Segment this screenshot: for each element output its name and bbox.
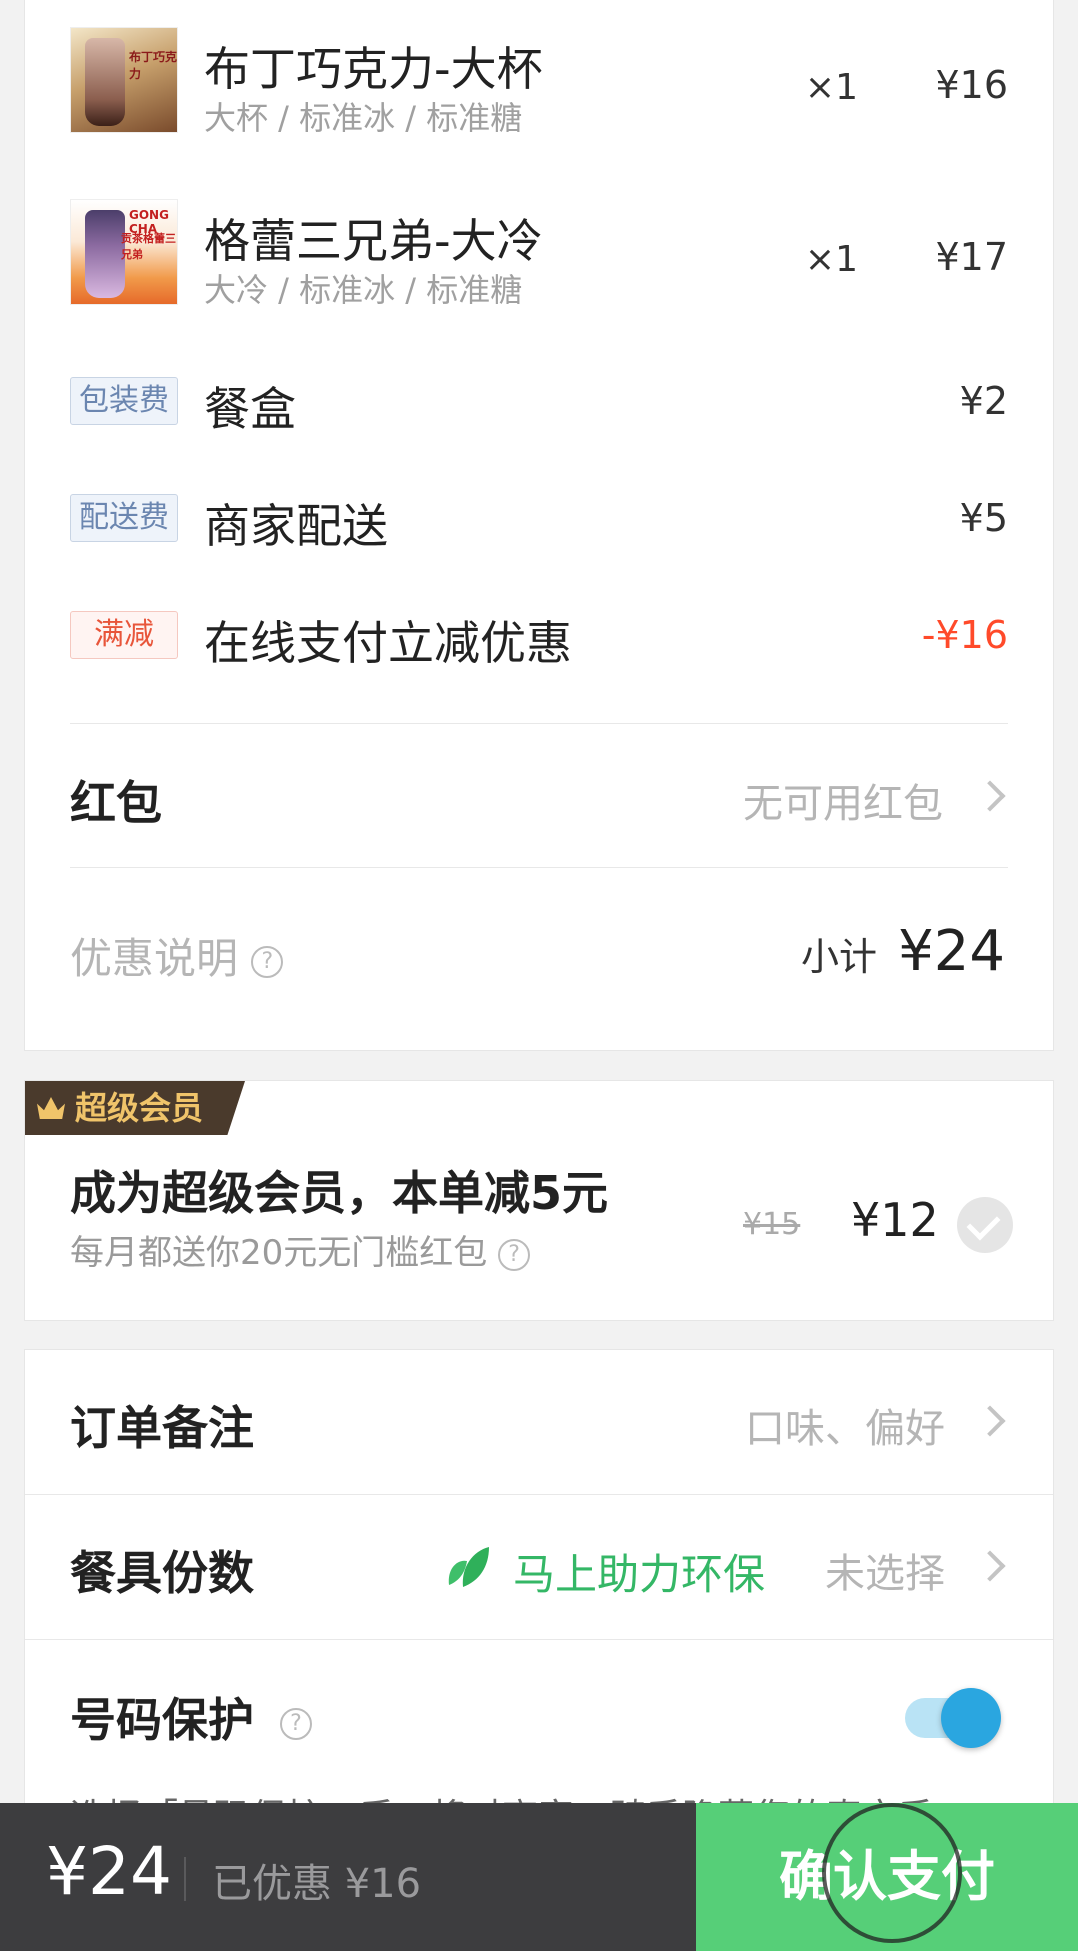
fee-value: ¥2 xyxy=(959,379,1008,423)
subtotal: 小计 ¥24 xyxy=(801,919,1005,984)
checkout-bar: ¥24 已优惠 ¥16 确认支付 xyxy=(0,1803,1078,1951)
item-name: 格蕾三兄弟-大冷 xyxy=(204,214,543,268)
help-icon[interactable]: ? xyxy=(498,1238,531,1271)
product-thumbnail: GONG CHA 贡茶格蕾三兄弟 xyxy=(70,199,178,305)
item-price: ¥16 xyxy=(935,63,1008,107)
item-quantity: ×1 xyxy=(804,239,858,280)
order-summary-card: 布丁巧克力 布丁巧克力-大杯 大杯 / 标准冰 / 标准糖 ×1 ¥16 GON… xyxy=(24,0,1054,1051)
red-packet-hint: 无可用红包 xyxy=(743,781,943,827)
chevron-right-icon xyxy=(974,1550,1006,1582)
fee-label: 餐盒 xyxy=(204,382,296,436)
crown-icon xyxy=(37,1097,65,1119)
saved-amount: 已优惠 ¥16 xyxy=(212,1861,422,1907)
fee-value: -¥16 xyxy=(921,613,1008,657)
vip-banner: 超级会员 xyxy=(25,1081,245,1135)
fee-row-delivery: 配送费 商家配送 ¥5 xyxy=(70,486,1008,553)
order-note-title: 订单备注 xyxy=(70,1401,254,1455)
leaf-icon xyxy=(448,1547,489,1587)
cart-item: GONG CHA 贡茶格蕾三兄弟 格蕾三兄弟-大冷 大冷 / 标准冰 / 标准糖… xyxy=(70,199,1008,309)
help-icon: ? xyxy=(251,945,284,978)
item-spec: 大杯 / 标准冰 / 标准糖 xyxy=(204,99,523,137)
number-protect-title: 号码保护 ? xyxy=(70,1684,313,1750)
cart-item: 布丁巧克力 布丁巧克力-大杯 大杯 / 标准冰 / 标准糖 ×1 ¥16 xyxy=(70,27,1008,137)
order-note-hint: 口味、偏好 xyxy=(745,1406,945,1452)
chevron-right-icon xyxy=(974,780,1006,812)
check-circle-icon[interactable] xyxy=(957,1197,1013,1253)
fee-tag: 满减 xyxy=(70,611,178,659)
fee-row-discount: 满减 在线支付立减优惠 -¥16 xyxy=(70,603,1008,670)
item-name: 布丁巧克力-大杯 xyxy=(204,42,543,96)
discount-note[interactable]: 优惠说明 ? xyxy=(70,925,284,986)
chevron-right-icon xyxy=(974,1405,1006,1437)
subtotal-label: 小计 xyxy=(801,935,878,979)
order-note-row[interactable]: 订单备注 口味、偏好 xyxy=(25,1350,1053,1494)
vip-old-price: ¥15 xyxy=(743,1207,801,1242)
touch-indicator xyxy=(822,1803,962,1943)
red-packet-row[interactable]: 红包 无可用红包 xyxy=(25,725,1053,867)
fee-row-packaging: 包装费 餐盒 ¥2 xyxy=(70,369,1008,436)
fee-value: ¥5 xyxy=(959,496,1008,540)
tableware-hint: 未选择 xyxy=(825,1551,945,1597)
tableware-title: 餐具份数 xyxy=(70,1546,254,1600)
number-protect-toggle[interactable] xyxy=(905,1688,1001,1748)
tableware-row[interactable]: 餐具份数 马上助力环保 未选择 xyxy=(25,1495,1053,1639)
eco-label: 马上助力环保 xyxy=(513,1550,766,1599)
divider xyxy=(70,723,1008,724)
item-price: ¥17 xyxy=(935,235,1008,279)
item-quantity: ×1 xyxy=(804,67,858,108)
vip-new-price: ¥12 xyxy=(851,1193,939,1247)
vip-subtitle: 每月都送你20元无门槛红包 xyxy=(70,1233,488,1273)
fee-label: 在线支付立减优惠 xyxy=(204,616,572,670)
confirm-pay-button[interactable]: 确认支付 xyxy=(696,1803,1078,1951)
fee-tag: 包装费 xyxy=(70,377,178,425)
vip-title: 成为超级会员，本单减5元 xyxy=(70,1166,609,1220)
vip-banner-label: 超级会员 xyxy=(75,1089,204,1127)
subtotal-value: ¥24 xyxy=(898,919,1005,984)
divider xyxy=(184,1857,186,1901)
vip-card[interactable]: 超级会员 成为超级会员，本单减5元 每月都送你20元无门槛红包 ? ¥15 ¥1… xyxy=(24,1080,1054,1321)
red-packet-title: 红包 xyxy=(70,776,162,830)
discount-note-label: 优惠说明 xyxy=(70,934,239,983)
fee-tag: 配送费 xyxy=(70,494,178,542)
divider xyxy=(70,867,1008,868)
help-icon[interactable]: ? xyxy=(280,1707,313,1740)
total-amount: ¥24 xyxy=(46,1833,172,1910)
vip-subtitle-row: 每月都送你20元无门槛红包 ? xyxy=(70,1225,531,1274)
fee-label: 商家配送 xyxy=(204,499,388,553)
product-thumbnail: 布丁巧克力 xyxy=(70,27,178,133)
item-spec: 大冷 / 标准冰 / 标准糖 xyxy=(204,271,523,309)
